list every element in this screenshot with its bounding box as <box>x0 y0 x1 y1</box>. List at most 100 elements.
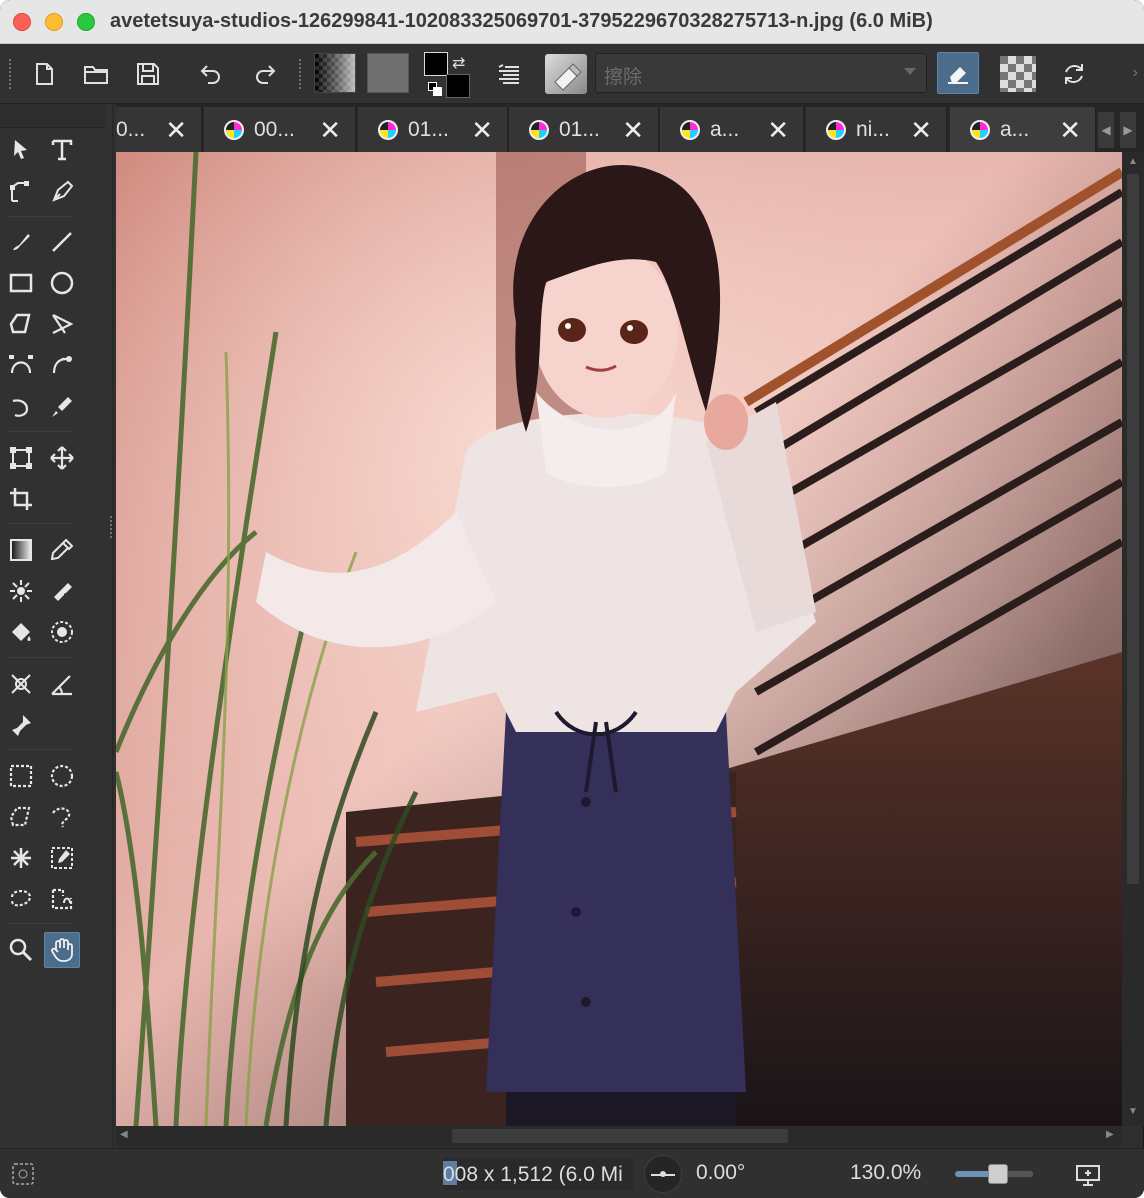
document-tab[interactable]: a... ✕ <box>660 107 804 152</box>
gradient-tool[interactable] <box>3 532 39 568</box>
colorize-mask-tool[interactable] <box>3 573 39 609</box>
fill-tool[interactable] <box>3 614 39 650</box>
close-tab-icon[interactable]: ✕ <box>319 116 341 146</box>
panel-splitter[interactable] <box>109 515 113 539</box>
ellipse-select-icon <box>50 764 74 788</box>
freehand-brush-tool[interactable] <box>3 224 39 260</box>
background-color-swatch[interactable] <box>446 74 470 98</box>
horizontal-scroll-thumb[interactable] <box>452 1129 788 1143</box>
selection-status-icon[interactable] <box>10 1161 36 1193</box>
freehand-path-tool[interactable] <box>44 347 80 383</box>
zoom-value[interactable]: 130.0% <box>850 1161 921 1185</box>
edit-shapes-tool[interactable] <box>3 174 39 210</box>
brush-preset-button[interactable] <box>545 54 587 94</box>
freehand-brush-icon <box>13 234 30 250</box>
document-tab[interactable]: ni... ✕ <box>806 107 947 152</box>
zoom-window-button[interactable] <box>77 13 95 31</box>
image-dimensions-field[interactable]: 008 x 1,512 (6.0 Mi <box>443 1158 633 1190</box>
close-tab-icon[interactable]: ✕ <box>1059 116 1081 146</box>
save-document-button[interactable] <box>130 56 166 92</box>
document-tab[interactable]: 01... ✕ <box>509 107 659 152</box>
redo-button[interactable] <box>246 56 282 92</box>
pattern-selector[interactable] <box>367 53 409 93</box>
move-tool[interactable] <box>44 440 80 476</box>
text-tool[interactable] <box>44 132 80 168</box>
polygon-select-tool[interactable] <box>3 799 39 835</box>
similar-select-tool[interactable] <box>44 840 80 876</box>
scroll-down-arrow[interactable]: ▼ <box>1128 1106 1138 1117</box>
rotation-dial[interactable] <box>644 1155 682 1193</box>
reload-preset-button[interactable] <box>1056 56 1092 92</box>
close-window-button[interactable] <box>13 13 31 31</box>
canvas-only-mode-icon[interactable] <box>1074 1161 1102 1195</box>
contiguous-select-tool[interactable] <box>3 840 39 876</box>
preserve-alpha-toggle[interactable] <box>1000 56 1036 92</box>
zoom-slider-handle[interactable] <box>988 1164 1008 1184</box>
document-tab-active[interactable]: a... ✕ <box>950 107 1096 152</box>
swap-colors-icon[interactable]: ⇄ <box>452 53 465 73</box>
canvas[interactable] <box>116 152 1122 1126</box>
multibrush-tool[interactable] <box>44 389 80 425</box>
document-tab[interactable]: 0... ✕ <box>116 107 202 152</box>
document-tab[interactable]: 01... ✕ <box>358 107 508 152</box>
toolbar-grip[interactable] <box>8 58 12 90</box>
foreground-color-swatch[interactable] <box>424 52 448 76</box>
pan-tool[interactable] <box>44 932 80 968</box>
rotation-value[interactable]: 0.00° <box>696 1161 745 1185</box>
smart-patch-tool[interactable] <box>44 573 80 609</box>
horizontal-scrollbar[interactable]: ◀ ▶ <box>116 1126 1122 1146</box>
close-tab-icon[interactable]: ✕ <box>471 116 493 146</box>
measure-tool[interactable] <box>44 666 80 702</box>
zoom-slider[interactable] <box>955 1164 1033 1184</box>
brush-preset-combo[interactable]: 擦除 <box>595 53 927 93</box>
foreground-background-color-selector[interactable]: ⇄ <box>424 52 472 98</box>
rectangle-tool[interactable] <box>3 265 39 301</box>
toolbar-overflow-icon[interactable]: › <box>1133 64 1138 82</box>
polygon-tool[interactable] <box>3 306 39 342</box>
line-tool[interactable] <box>44 224 80 260</box>
tab-scroll-left-button[interactable]: ◀ <box>1098 112 1114 148</box>
dynamic-brush-tool[interactable] <box>3 389 39 425</box>
freehand-select-tool[interactable] <box>44 799 80 835</box>
vertical-scrollbar[interactable]: ▲ ▼ <box>1122 152 1144 1126</box>
minimize-window-button[interactable] <box>45 13 63 31</box>
bezier-curve-tool[interactable] <box>3 347 39 383</box>
vertical-scroll-thumb[interactable] <box>1127 174 1139 884</box>
window-title: avetetsuya-studios-126299841-10208332506… <box>110 10 933 32</box>
gradient-selector[interactable] <box>314 53 356 93</box>
tab-scroll-right-button[interactable]: ▶ <box>1120 112 1136 148</box>
tab-label: 01... <box>408 117 449 141</box>
krita-document-icon <box>378 119 398 140</box>
transform-tool[interactable] <box>3 440 39 476</box>
zoom-tool[interactable] <box>3 932 39 968</box>
document-tab[interactable]: 00... ✕ <box>204 107 356 152</box>
calligraphy-tool[interactable] <box>44 174 80 210</box>
reload-icon <box>1065 64 1083 84</box>
new-document-button[interactable] <box>26 56 62 92</box>
eraser-mode-toggle[interactable] <box>937 52 979 94</box>
ellipse-select-tool[interactable] <box>44 758 80 794</box>
toolbar-grip-2[interactable] <box>298 58 302 90</box>
rect-select-tool[interactable] <box>3 758 39 794</box>
scroll-left-arrow[interactable]: ◀ <box>120 1129 128 1140</box>
scroll-right-arrow[interactable]: ▶ <box>1106 1129 1114 1140</box>
tab-label: 01... <box>559 117 600 141</box>
scroll-up-arrow[interactable]: ▲ <box>1128 156 1138 167</box>
undo-button[interactable] <box>194 56 230 92</box>
open-document-button[interactable] <box>78 56 114 92</box>
close-tab-icon[interactable]: ✕ <box>622 116 644 146</box>
close-tab-icon[interactable]: ✕ <box>767 116 789 146</box>
magnetic-select-tool[interactable] <box>44 881 80 917</box>
assistant-tool[interactable] <box>3 666 39 702</box>
blending-mode-button[interactable] <box>491 56 527 92</box>
polyline-tool[interactable] <box>44 306 80 342</box>
bezier-select-tool[interactable] <box>3 881 39 917</box>
ellipse-tool[interactable] <box>44 265 80 301</box>
select-shapes-tool[interactable] <box>3 132 39 168</box>
color-sampler-tool[interactable] <box>44 532 80 568</box>
reference-tool[interactable] <box>3 707 39 743</box>
enclose-fill-tool[interactable] <box>44 614 80 650</box>
close-tab-icon[interactable]: ✕ <box>910 116 932 146</box>
crop-tool[interactable] <box>3 481 39 517</box>
close-tab-icon[interactable]: ✕ <box>165 116 187 146</box>
